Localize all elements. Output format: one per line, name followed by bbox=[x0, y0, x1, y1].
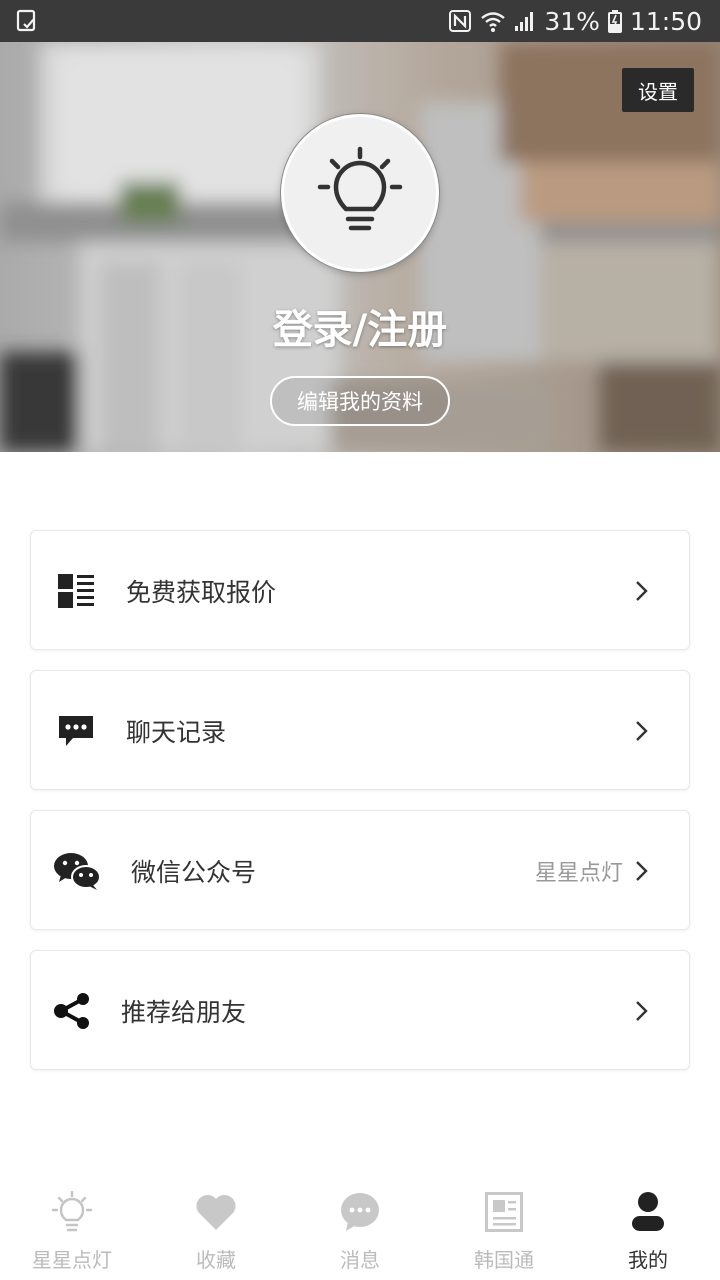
status-right: 31% 11:50 bbox=[448, 0, 702, 42]
avatar[interactable] bbox=[281, 114, 439, 272]
chevron-right-icon bbox=[636, 581, 648, 601]
tab-messages[interactable]: 消息 bbox=[288, 1180, 432, 1280]
menu-item-share[interactable]: 推荐给朋友 bbox=[30, 950, 690, 1070]
menu-item-quote[interactable]: 免费获取报价 bbox=[30, 530, 690, 650]
person-icon bbox=[626, 1190, 670, 1234]
signal-icon bbox=[515, 12, 534, 31]
menu-item-chat-history[interactable]: 聊天记录 bbox=[30, 670, 690, 790]
chevron-right-icon bbox=[636, 861, 648, 881]
lightbulb-icon bbox=[50, 1190, 94, 1234]
tab-label: 消息 bbox=[340, 1248, 380, 1272]
nfc-icon bbox=[449, 10, 472, 32]
battery-charging-icon bbox=[607, 10, 622, 33]
tab-label: 韩国通 bbox=[474, 1248, 534, 1272]
menu-item-label: 聊天记录 bbox=[126, 718, 227, 747]
menu-item-label: 推荐给朋友 bbox=[121, 998, 247, 1027]
tab-favorites[interactable]: 收藏 bbox=[144, 1180, 288, 1280]
tab-korea-news[interactable]: 韩国通 bbox=[432, 1180, 576, 1280]
tab-home[interactable]: 星星点灯 bbox=[0, 1180, 144, 1280]
share-icon bbox=[53, 993, 91, 1029]
tab-label: 星星点灯 bbox=[32, 1248, 112, 1272]
wechat-account-name: 星星点灯 bbox=[534, 861, 623, 886]
tab-label: 我的 bbox=[628, 1248, 668, 1272]
newspaper-icon bbox=[482, 1190, 526, 1234]
menu-item-label: 免费获取报价 bbox=[126, 578, 277, 607]
chevron-right-icon bbox=[636, 1001, 648, 1021]
settings-button[interactable]: 设置 bbox=[622, 68, 694, 112]
tab-label: 收藏 bbox=[196, 1248, 236, 1272]
wechat-icon bbox=[53, 853, 101, 890]
heart-icon bbox=[194, 1190, 238, 1234]
battery-percent: 31% bbox=[544, 6, 600, 36]
login-register-link[interactable]: 登录/注册 bbox=[0, 297, 720, 355]
tab-me[interactable]: 我的 bbox=[576, 1180, 720, 1280]
chat-bubble-icon bbox=[57, 713, 95, 749]
menu-list: 免费获取报价 聊天记录 微信公众号 星星点灯 推荐给朋友 bbox=[30, 530, 690, 1090]
status-bar: 31% 11:50 bbox=[0, 0, 720, 42]
quote-list-icon bbox=[57, 573, 95, 609]
wifi-icon bbox=[481, 12, 506, 32]
lightbulb-avatar-icon bbox=[317, 146, 403, 231]
screenshot-notification-icon bbox=[16, 9, 36, 32]
edit-profile-button[interactable]: 编辑我的资料 bbox=[270, 376, 450, 426]
message-icon bbox=[338, 1190, 382, 1234]
menu-item-wechat[interactable]: 微信公众号 星星点灯 bbox=[30, 810, 690, 930]
clock: 11:50 bbox=[629, 6, 702, 36]
menu-item-label: 微信公众号 bbox=[131, 858, 257, 887]
profile-header: 设置 登录/注册 编辑我的资料 bbox=[0, 42, 720, 452]
chevron-right-icon bbox=[636, 721, 648, 741]
bottom-tab-bar: 星星点灯 收藏 消息 韩国通 我的 bbox=[0, 1180, 720, 1280]
